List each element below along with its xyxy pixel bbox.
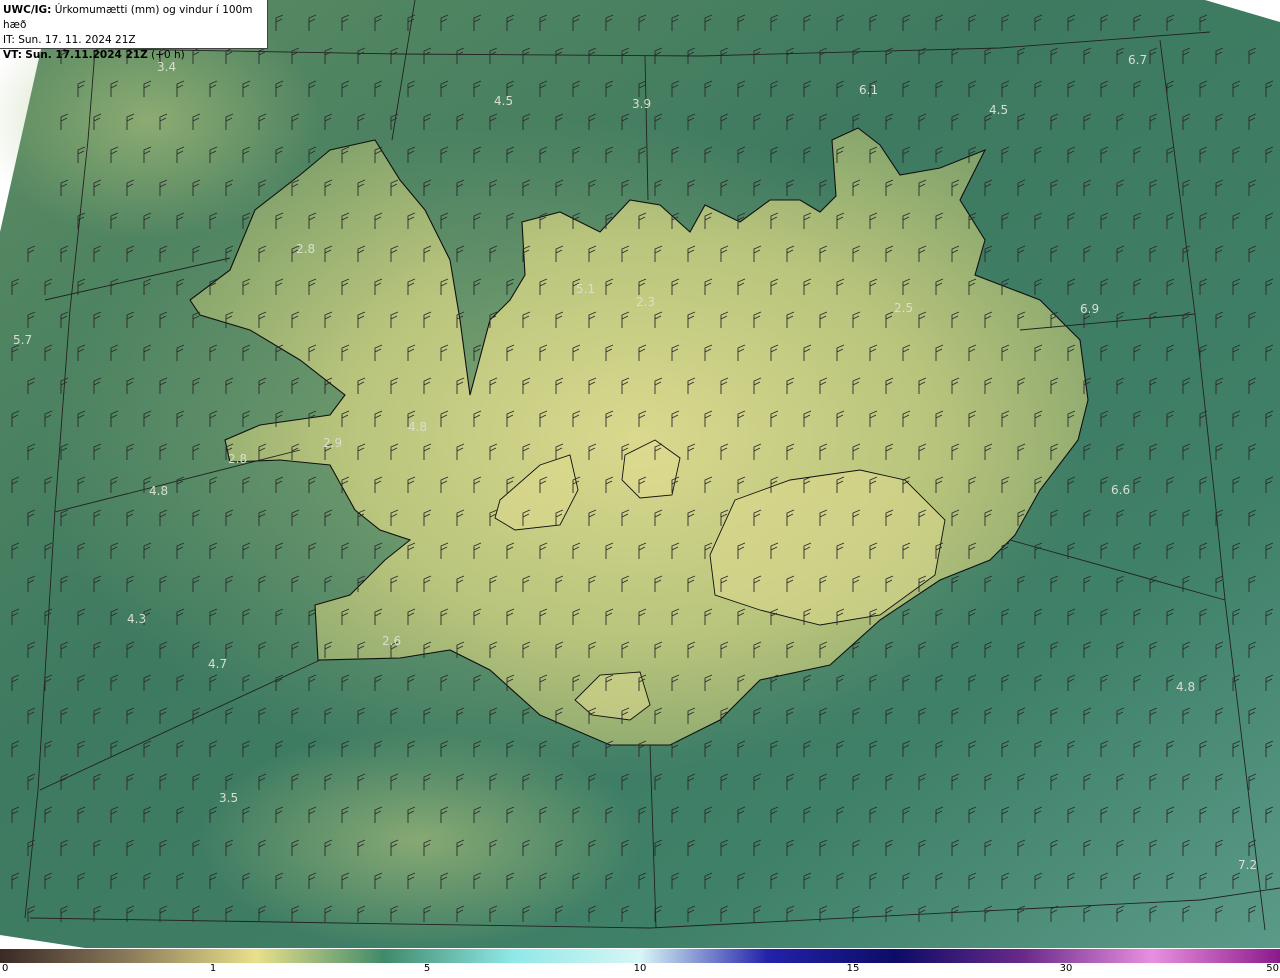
- map-value-label: 4.8: [408, 420, 427, 434]
- colorbar-tick-label: 15: [846, 963, 860, 974]
- map-value-label: 2.3: [636, 295, 655, 309]
- map-value-label: 2.8: [296, 242, 315, 256]
- valid-time-lead: (+0 h): [151, 49, 185, 61]
- map-value-label: 2.8: [228, 452, 247, 466]
- map-value-label: 6.7: [1128, 53, 1147, 67]
- colorbar-tick-label: 50: [1266, 963, 1279, 974]
- precipitation-wind-map: 3.4 4.5 3.9 6.1 4.5 6.7 2.8 5.1 2.3 2.5 …: [0, 0, 1280, 948]
- map-value-label: 6.6: [1111, 483, 1130, 497]
- init-time: IT: Sun. 17. 11. 2024 21Z: [3, 34, 136, 46]
- valid-time-value: Sun. 17.11.2024 21Z: [25, 49, 148, 61]
- colorbar-tick-label: 10: [633, 963, 647, 974]
- colorbar-tick-label: 1: [209, 963, 217, 974]
- map-value-label: 4.7: [208, 657, 227, 671]
- map-value-label: 7.2: [1238, 858, 1257, 872]
- map-value-label: 6.1: [859, 83, 878, 97]
- map-value-label: 4.5: [494, 94, 513, 108]
- valid-time: VT: Sun. 17.11.2024 21Z (+0 h): [3, 48, 264, 63]
- map-value-label: 5.7: [13, 333, 32, 347]
- map-value-label: 5.1: [576, 282, 595, 296]
- map-value-label: 4.3: [127, 612, 146, 626]
- precip-haze: [200, 730, 640, 948]
- colorbar-tick-label: 5: [423, 963, 431, 974]
- valid-time-prefix: VT:: [3, 49, 22, 61]
- product-name: UWC/IG:: [3, 4, 52, 16]
- map-value-label: 2.5: [894, 301, 913, 315]
- colorbar-tick-label: 30: [1059, 963, 1073, 974]
- colorbar-tick-label: 0: [2, 963, 9, 974]
- map-value-label: 4.8: [149, 484, 168, 498]
- title-line: UWC/IG: Úrkomumætti (mm) og vindur í 100…: [3, 3, 264, 33]
- map-value-label: 3.9: [632, 97, 651, 111]
- map-value-label: 4.8: [1176, 680, 1195, 694]
- map-title-box: UWC/IG: Úrkomumætti (mm) og vindur í 100…: [0, 0, 268, 61]
- colorbar-ticks: 0 1 5 10 15 30 50: [0, 963, 1280, 978]
- map-value-label: 3.5: [219, 791, 238, 805]
- colorbar: [0, 949, 1280, 963]
- map-value-label: 2.6: [382, 634, 401, 648]
- map-value-label: 4.5: [989, 103, 1008, 117]
- map-value-label: 6.9: [1080, 302, 1099, 316]
- map-value-label: 2.9: [323, 436, 342, 450]
